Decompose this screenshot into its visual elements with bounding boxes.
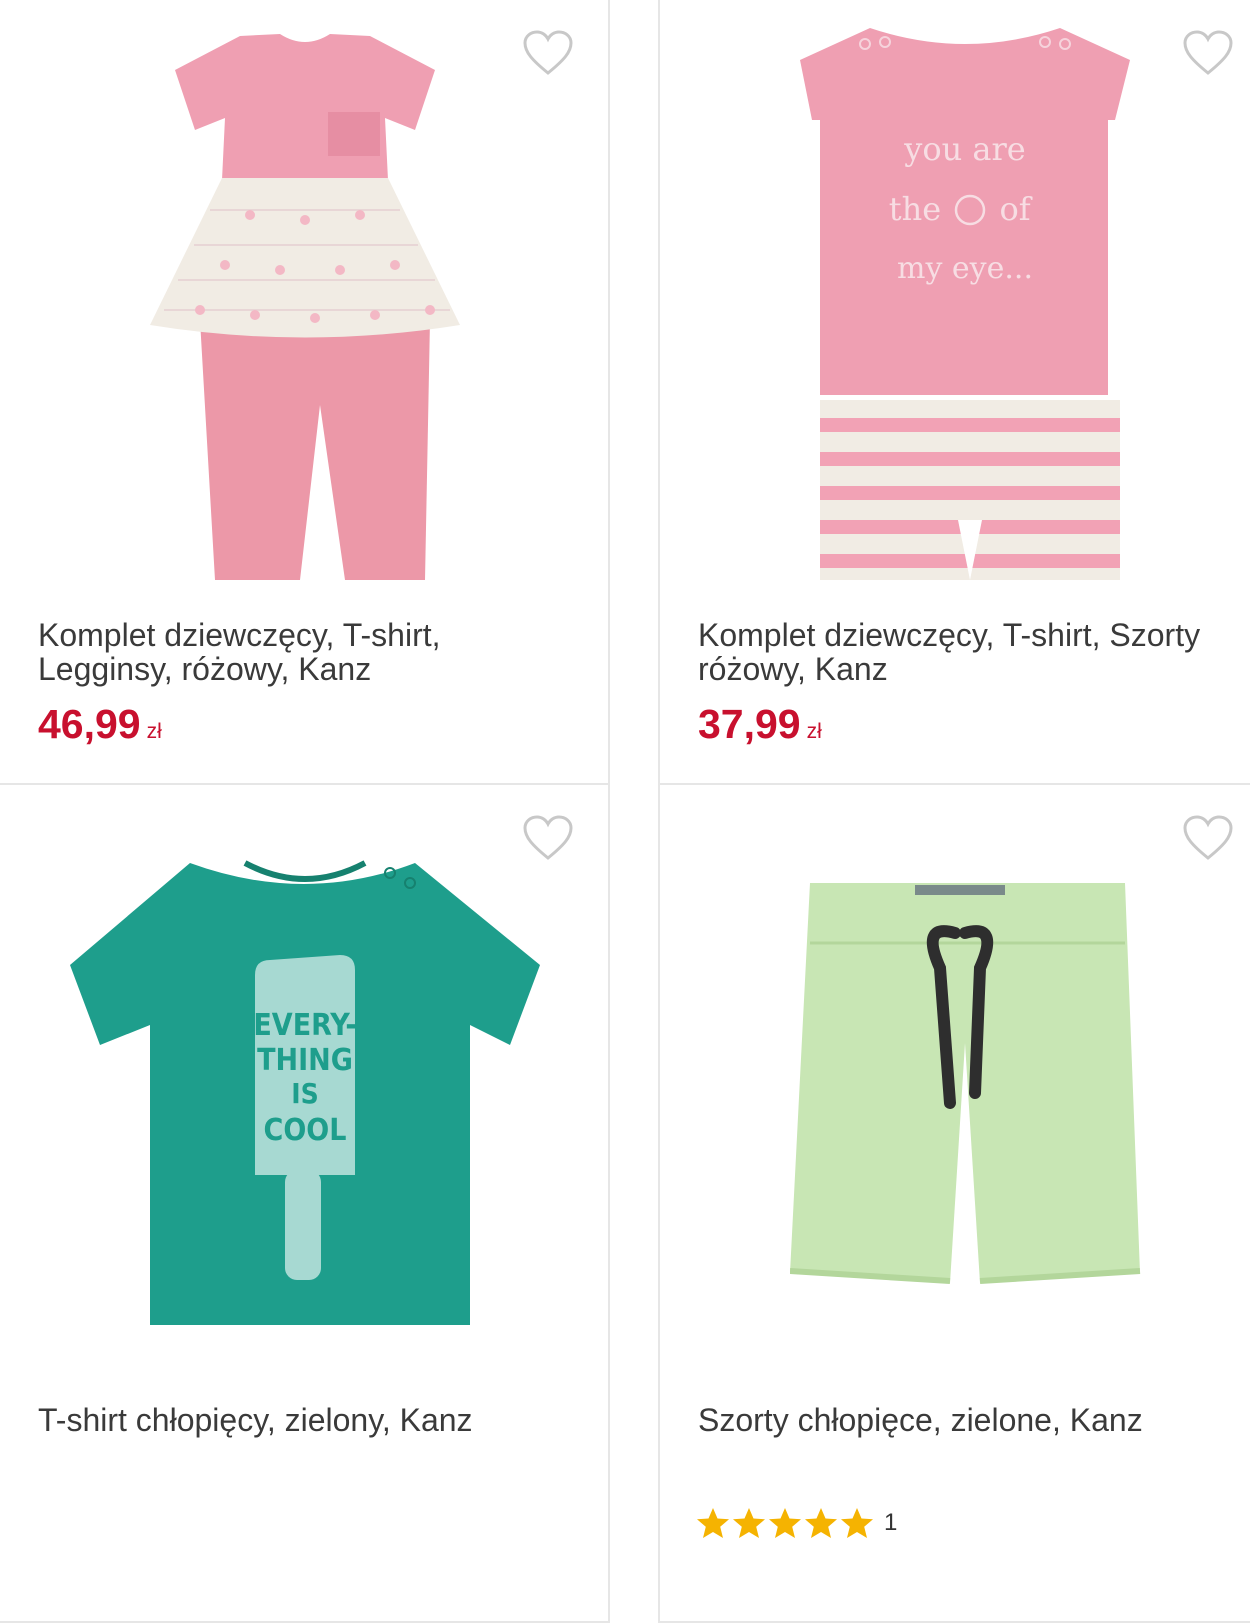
product-image[interactable] [130, 20, 480, 590]
star-icon [804, 1507, 838, 1539]
product-title[interactable]: Komplet dziewczęcy, T-shirt, Szorty różo… [698, 618, 1200, 686]
price-currency: zł [146, 720, 162, 743]
star-icon [696, 1507, 730, 1539]
shirt-print-text: COOL [264, 1113, 347, 1148]
product-price: 37,99 zł [698, 702, 822, 754]
shirt-print-text: IS [291, 1077, 319, 1110]
product-card[interactable]: EVERY- THING IS COOL T-shirt chłopięcy, … [0, 783, 610, 1623]
price-value: 37,99 [698, 701, 801, 747]
price-currency: zł [806, 720, 822, 743]
product-title[interactable]: Komplet dziewczęcy, T-shirt, Legginsy, r… [38, 618, 441, 686]
shirt-print-text: the [889, 190, 941, 228]
shirt-print-text: you are [903, 130, 1025, 168]
product-card[interactable]: Szorty chłopięce, zielone, Kanz 1 [658, 783, 1250, 1623]
heart-icon[interactable] [1182, 30, 1234, 76]
product-card[interactable]: you are the of my eye... Komplet dziewcz… [658, 0, 1250, 787]
shirt-print-text: of [999, 190, 1032, 228]
product-image[interactable]: you are the of my eye... [790, 20, 1140, 590]
rating-stars: 1 [696, 1507, 897, 1539]
heart-icon[interactable] [1182, 815, 1234, 861]
star-icon [732, 1507, 766, 1539]
shirt-print-text: EVERY- [253, 1008, 356, 1043]
star-icon [840, 1507, 874, 1539]
heart-icon[interactable] [522, 30, 574, 76]
product-title[interactable]: Szorty chłopięce, zielone, Kanz [698, 1403, 1143, 1437]
star-icon [768, 1507, 802, 1539]
product-image[interactable] [790, 883, 1145, 1313]
review-count: 1 [884, 1509, 898, 1536]
product-image[interactable]: EVERY- THING IS COOL [70, 845, 540, 1335]
shirt-print-text: my eye... [897, 251, 1033, 286]
price-value: 46,99 [38, 701, 141, 747]
product-price: 46,99 zł [38, 702, 162, 754]
product-title[interactable]: T-shirt chłopięcy, zielony, Kanz [38, 1403, 473, 1437]
product-card[interactable]: Komplet dziewczęcy, T-shirt, Legginsy, r… [0, 0, 610, 787]
shirt-print-text: THING [257, 1043, 353, 1078]
